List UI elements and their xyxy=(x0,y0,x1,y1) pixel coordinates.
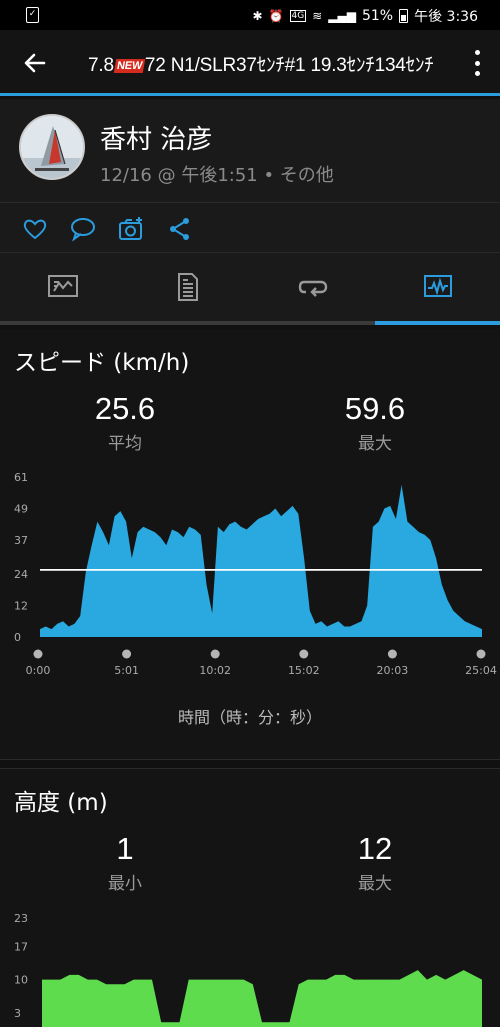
altitude-y-tick: 23 xyxy=(14,912,28,925)
wifi-icon: ≋ xyxy=(312,9,323,23)
speed-max-label: 最大 xyxy=(358,434,392,454)
speed-card: スピード (km/h) 25.6 平均 59.6 最大 0 12 24 37 49 61 0… xyxy=(0,329,500,760)
altitude-chart[interactable]: 3 10 17 23 xyxy=(0,908,500,1027)
activity-title: 7.8 NEW 72 N1/SLR37ｾﾝﾁ#1 19.3ｾﾝﾁ134ｾﾝﾁ xyxy=(88,50,434,77)
lte-icon: 4G xyxy=(289,10,307,22)
battery-icon xyxy=(399,9,409,23)
sync-icon: ✓ xyxy=(26,7,39,23)
social-actions xyxy=(0,203,500,253)
speed-y-tick: 49 xyxy=(14,502,28,515)
battery-percent: 51% xyxy=(361,8,394,24)
altitude-title: 高度 (m) xyxy=(14,790,108,816)
speed-x-tick: 15:02 xyxy=(288,664,320,677)
altitude-y-tick: 3 xyxy=(14,1007,21,1020)
add-photo-button[interactable] xyxy=(117,215,145,243)
speed-y-tick: 12 xyxy=(14,600,28,613)
tab-laps[interactable] xyxy=(250,253,375,321)
back-arrow-icon xyxy=(24,53,46,73)
clock: 午後 3:36 xyxy=(414,9,478,25)
activity-date: 12/16 @ 午後1:51 • その他 xyxy=(100,165,334,186)
speed-area xyxy=(40,484,482,637)
activity-profile: 香村 治彦 12/16 @ 午後1:51 • その他 xyxy=(0,99,500,203)
altitude-y-tick: 10 xyxy=(14,974,28,987)
comment-icon xyxy=(71,218,95,242)
overflow-menu-button[interactable] xyxy=(472,50,482,76)
new-badge: NEW xyxy=(113,59,146,73)
altitude-max-label: 最大 xyxy=(358,874,392,894)
title-prefix: 7.8 xyxy=(88,55,114,76)
document-icon xyxy=(177,273,198,301)
like-button[interactable] xyxy=(21,215,49,243)
speed-x-tick: 0:00 xyxy=(26,664,51,677)
back-button[interactable] xyxy=(20,48,50,78)
share-button[interactable] xyxy=(166,215,194,243)
speed-x-tick: 20:03 xyxy=(377,664,409,677)
alarm-icon: ⏰ xyxy=(268,9,284,23)
altitude-min-label: 最小 xyxy=(108,874,142,894)
speed-x-tick-dot xyxy=(122,649,132,659)
tab-summary[interactable] xyxy=(0,253,125,321)
camera-plus-icon xyxy=(119,217,142,240)
windsurf-photo-icon xyxy=(21,116,83,178)
signal-icon: ▂▄▆ xyxy=(328,9,356,23)
speed-x-tick-dot xyxy=(210,649,220,659)
speed-x-tick: 5:01 xyxy=(114,664,139,677)
speed-y-tick: 0 xyxy=(14,631,21,644)
summary-icon xyxy=(47,275,78,297)
status-bar: ✓ ✱ ⏰ 4G ≋ ▂▄▆ 51% 午後 3:36 xyxy=(0,0,500,30)
menu-dot-icon xyxy=(474,50,480,55)
share-icon xyxy=(170,218,189,240)
speed-max-value: 59.6 xyxy=(344,391,406,426)
speed-max: 59.6 最大 xyxy=(275,391,475,454)
bluetooth-icon: ✱ xyxy=(252,9,263,23)
speed-y-tick: 24 xyxy=(14,568,28,581)
speed-x-tick-dot xyxy=(33,649,43,659)
speed-average-value: 25.6 xyxy=(94,391,156,426)
altitude-card: 高度 (m) 1 最小 12 最大 3 10 17 23 xyxy=(0,768,500,1027)
activity-tabs xyxy=(0,253,500,325)
speed-x-axis-title: 時間（時：分：秒） xyxy=(177,708,322,727)
tab-details[interactable] xyxy=(125,253,250,321)
speed-x-tick: 25:04 xyxy=(465,664,497,677)
tab-charts[interactable] xyxy=(375,253,500,321)
chart-icon xyxy=(423,275,452,297)
active-tab-indicator xyxy=(375,321,500,325)
speed-x-tick-dot xyxy=(476,649,486,659)
loop-icon xyxy=(298,280,327,297)
altitude-min-value: 1 xyxy=(116,831,134,866)
speed-y-tick: 61 xyxy=(14,471,28,484)
avatar[interactable] xyxy=(19,114,85,180)
altitude-area xyxy=(42,970,482,1027)
status-icons: ✱ ⏰ 4G ≋ ▂▄▆ 51% 午後 3:36 xyxy=(253,6,478,26)
speed-title: スピード (km/h) xyxy=(14,350,190,376)
title-suffix: 72 N1/SLR37ｾﾝﾁ#1 19.3ｾﾝﾁ134ｾﾝﾁ xyxy=(144,55,434,76)
speed-x-tick-dot xyxy=(299,649,309,659)
heart-icon xyxy=(23,219,47,240)
comment-button[interactable] xyxy=(69,215,97,243)
app-bar: 7.8 NEW 72 N1/SLR37ｾﾝﾁ#1 19.3ｾﾝﾁ134ｾﾝﾁ xyxy=(0,30,500,96)
altitude-max-value: 12 xyxy=(357,831,393,866)
menu-dot-icon xyxy=(474,60,480,66)
speed-y-tick: 37 xyxy=(14,534,28,547)
speed-average-label: 平均 xyxy=(108,434,142,454)
altitude-min: 1 最小 xyxy=(25,831,225,894)
speed-average: 25.6 平均 xyxy=(25,391,225,454)
menu-dot-icon xyxy=(474,71,480,76)
user-name[interactable]: 香村 治彦 xyxy=(100,119,212,156)
altitude-max: 12 最大 xyxy=(275,831,475,894)
speed-chart[interactable]: 0 12 24 37 49 61 0:00 5:01 10:02 15:02 20:03 25:04 xyxy=(0,467,500,682)
speed-x-tick: 10:02 xyxy=(199,664,231,677)
speed-x-tick-dot xyxy=(387,649,397,659)
altitude-y-tick: 17 xyxy=(14,940,28,953)
